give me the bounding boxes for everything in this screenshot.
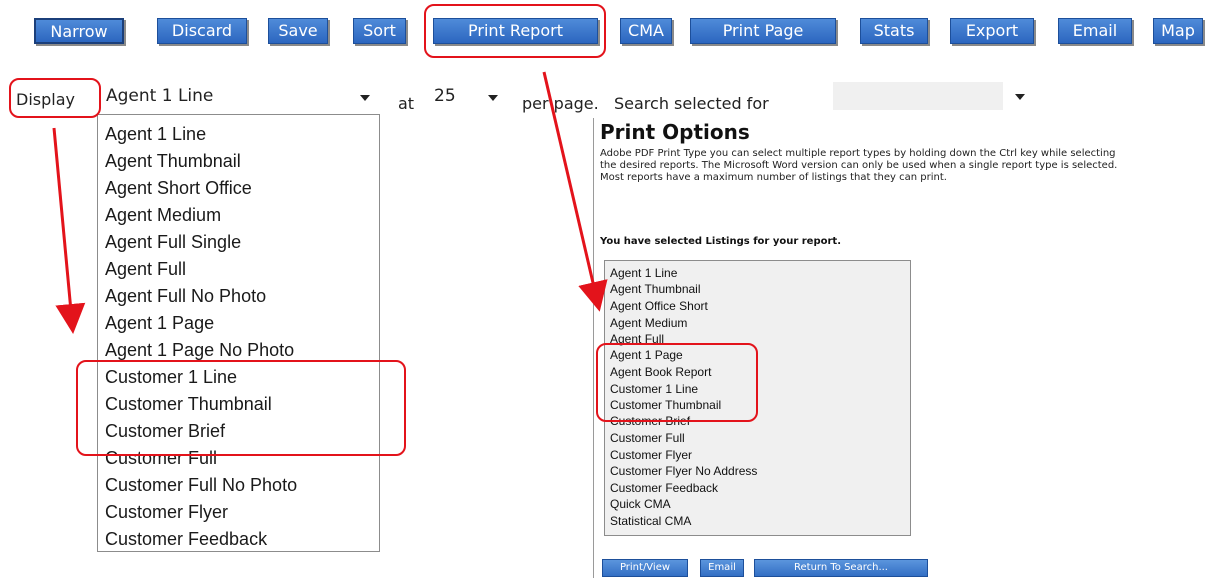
print-options-title: Print Options xyxy=(600,120,750,144)
selected-listings-text: You have selected Listings for your repo… xyxy=(600,236,841,247)
save-button[interactable]: Save xyxy=(268,18,328,44)
arrow-display-to-options xyxy=(52,127,86,334)
print-options-description-2: the desired reports. The Microsoft Word … xyxy=(600,160,1118,171)
chevron-down-icon xyxy=(488,95,498,101)
report-type-option[interactable]: Customer Feedback xyxy=(610,480,718,496)
report-type-option[interactable]: Customer Flyer No Address xyxy=(610,463,757,479)
report-type-option[interactable]: Agent Office Short xyxy=(610,298,708,314)
stats-button[interactable]: Stats xyxy=(860,18,928,44)
export-button[interactable]: Export xyxy=(950,18,1034,44)
email-button[interactable]: Email xyxy=(1058,18,1132,44)
search-selected-label: Search selected for xyxy=(614,94,769,113)
report-type-option[interactable]: Customer 1 Line xyxy=(610,381,698,397)
dropdown-option[interactable]: Customer Full No Photo xyxy=(105,473,297,497)
report-type-option[interactable]: Statistical CMA xyxy=(610,513,691,529)
dropdown-option[interactable]: Customer Feedback xyxy=(105,527,267,551)
per-page-value: 25 xyxy=(434,86,456,106)
print-options-description-1: Adobe PDF Print Type you can select mult… xyxy=(600,148,1116,159)
dropdown-option[interactable]: Agent 1 Line xyxy=(105,122,206,146)
dropdown-option[interactable]: Customer Flyer xyxy=(105,500,228,524)
print-email-button[interactable]: Email xyxy=(700,559,744,577)
dropdown-option[interactable]: Customer Full xyxy=(105,446,217,470)
report-type-option[interactable]: Agent Medium xyxy=(610,315,687,331)
report-type-option[interactable]: Quick CMA xyxy=(610,496,671,512)
search-selected-select[interactable] xyxy=(833,82,1038,112)
chevron-down-icon xyxy=(360,95,370,101)
report-type-option[interactable]: Customer Full xyxy=(610,430,685,446)
report-type-option[interactable]: Customer Flyer xyxy=(610,447,692,463)
display-dropdown-list: Agent 1 Line Agent Thumbnail Agent Short… xyxy=(97,114,380,552)
display-select[interactable]: Agent 1 Line xyxy=(98,82,383,114)
print-view-button[interactable]: Print/View xyxy=(602,559,688,577)
report-type-option[interactable]: Customer Thumbnail xyxy=(610,397,721,413)
return-to-search-button[interactable]: Return To Search... xyxy=(754,559,928,577)
chevron-down-icon xyxy=(1015,94,1025,100)
print-page-button[interactable]: Print Page xyxy=(690,18,836,44)
dropdown-option[interactable]: Agent 1 Page No Photo xyxy=(105,338,294,362)
report-type-option[interactable]: Agent Thumbnail xyxy=(610,281,701,297)
print-options-description-3: Most reports have a maximum number of li… xyxy=(600,172,947,183)
at-label: at xyxy=(398,94,415,113)
dropdown-option[interactable]: Agent 1 Page xyxy=(105,311,214,335)
per-page-label: per page. xyxy=(522,94,599,113)
search-selected-field xyxy=(833,82,1003,110)
dropdown-option[interactable]: Customer Thumbnail xyxy=(105,392,272,416)
report-type-option[interactable]: Agent Full xyxy=(610,331,664,347)
dropdown-option[interactable]: Agent Medium xyxy=(105,203,221,227)
report-type-list[interactable]: Agent 1 Line Agent Thumbnail Agent Offic… xyxy=(604,260,911,536)
display-select-value: Agent 1 Line xyxy=(106,86,214,106)
dropdown-option[interactable]: Agent Short Office xyxy=(105,176,252,200)
report-type-option[interactable]: Agent 1 Line xyxy=(610,265,677,281)
discard-button[interactable]: Discard xyxy=(157,18,247,44)
report-type-option[interactable]: Customer Brief xyxy=(610,413,690,429)
report-type-option[interactable]: Agent Book Report xyxy=(610,364,711,380)
report-type-option[interactable]: Agent 1 Page xyxy=(610,347,683,363)
print-options-panel: Print Options Adobe PDF Print Type you c… xyxy=(593,118,1217,578)
narrow-button[interactable]: Narrow xyxy=(34,18,124,44)
dropdown-option[interactable]: Agent Full xyxy=(105,257,186,281)
dropdown-option[interactable]: Agent Thumbnail xyxy=(105,149,241,173)
dropdown-option[interactable]: Agent Full Single xyxy=(105,230,241,254)
cma-button[interactable]: CMA xyxy=(620,18,672,44)
sort-button[interactable]: Sort xyxy=(353,18,406,44)
dropdown-option[interactable]: Customer Brief xyxy=(105,419,225,443)
dropdown-option[interactable]: Customer 1 Line xyxy=(105,365,237,389)
print-report-button[interactable]: Print Report xyxy=(433,18,598,44)
per-page-select[interactable]: 25 xyxy=(428,82,504,114)
map-button[interactable]: Map xyxy=(1153,18,1203,44)
display-label: Display xyxy=(16,90,75,109)
dropdown-option[interactable]: Agent Full No Photo xyxy=(105,284,266,308)
